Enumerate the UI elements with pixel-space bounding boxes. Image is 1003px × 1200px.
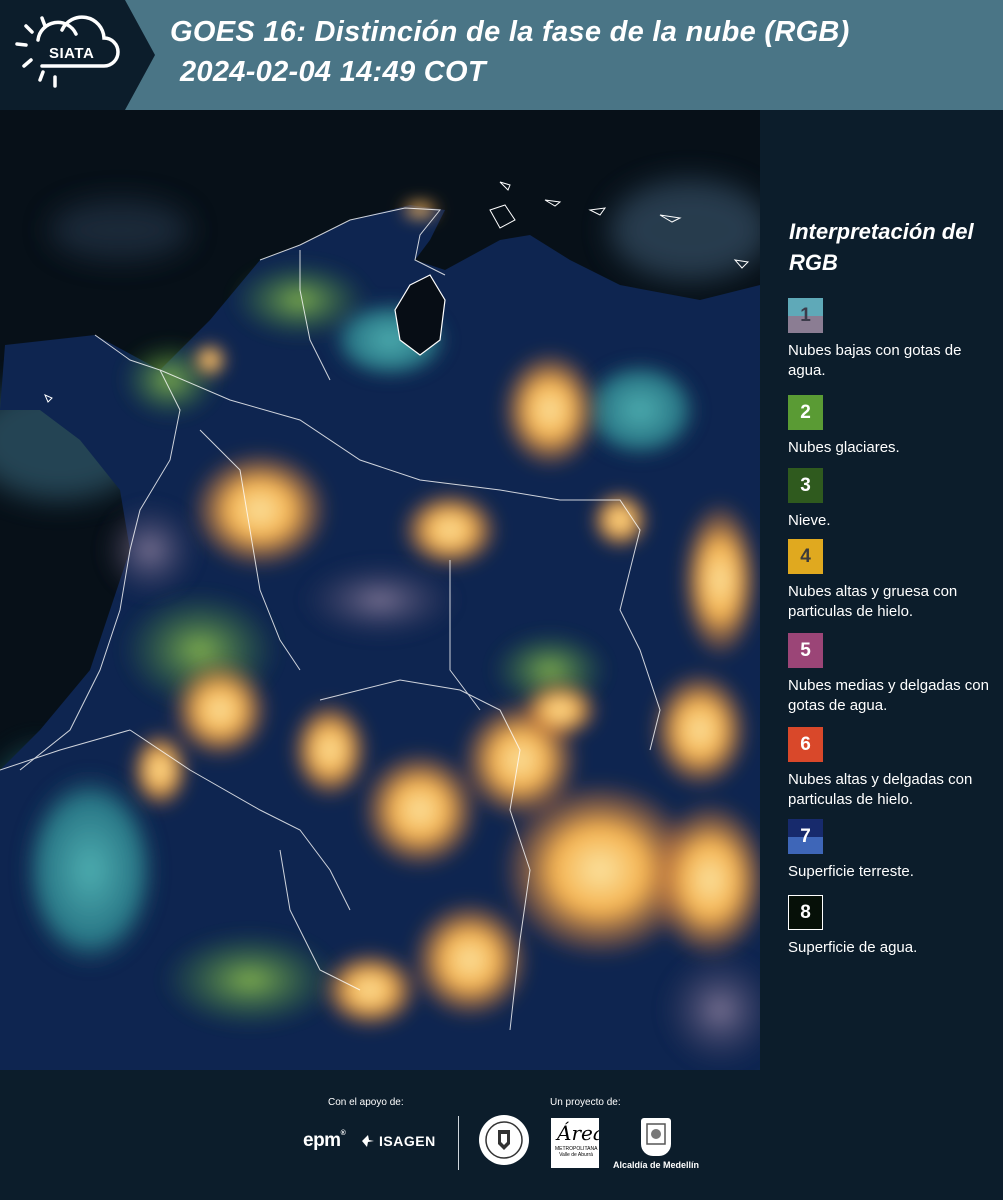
legend-label: Superficie de agua. [788, 939, 918, 956]
legend-item-3: 3 Nieve. [788, 468, 1003, 531]
legend-number: 3 [800, 474, 811, 496]
satellite-map[interactable] [0, 110, 760, 1070]
svg-text:Área: Área [555, 1121, 599, 1145]
satellite-image [0, 110, 760, 1070]
header-bar: SIATA GOES 16: Distinción de la fase de … [0, 0, 1003, 110]
isagen-mark-icon [362, 1135, 374, 1147]
legend-swatch-2: 2 [788, 395, 823, 430]
legend-label: Nieve. [788, 512, 831, 529]
legend-item-7: 7 Superficie terreste. [788, 819, 1003, 882]
legend-label: Nubes glaciares. [788, 439, 900, 456]
epm-text: epm [303, 1130, 341, 1151]
area-script-icon: Área [555, 1121, 605, 1145]
logo-text: SIATA [49, 45, 95, 62]
page-title: GOES 16: Distinción de la fase de la nub… [170, 16, 850, 48]
legend-label: Nubes bajas con gotas de agua. [788, 342, 962, 379]
epm-logo[interactable]: epm® [303, 1130, 346, 1152]
legend-number: 6 [800, 733, 811, 755]
legend-item-1: 1 Nubes bajas con gotas de agua. [788, 298, 1003, 381]
footer: Con el apoyo de: Un proyecto de: epm® IS… [0, 1070, 1003, 1200]
legend-item-4: 4 Nubes altas y gruesa con particulas de… [788, 539, 1003, 622]
legend-number: 5 [800, 639, 811, 661]
legend-item-6: 6 Nubes altas y delgadas con particulas … [788, 727, 1003, 810]
seal-logo[interactable] [478, 1114, 530, 1166]
registered-icon: ® [340, 1130, 346, 1137]
legend-number: 7 [800, 825, 811, 847]
isagen-text: ISAGEN [379, 1133, 436, 1149]
support-label: Con el apoyo de: [328, 1097, 404, 1108]
legend-number: 2 [800, 401, 811, 423]
project-label: Un proyecto de: [550, 1097, 621, 1108]
legend-swatch-7: 7 [788, 819, 823, 854]
legend-item-2: 2 Nubes glaciares. [788, 395, 1003, 458]
amva-text: METROPOLITANA Valle de Aburrá [555, 1146, 598, 1158]
siata-logo[interactable]: SIATA [0, 0, 155, 110]
legend-item-8: 8 Superficie de agua. [788, 895, 1003, 958]
legend-label: Nubes altas y gruesa con particulas de h… [788, 583, 958, 620]
legend-number: 8 [800, 901, 811, 923]
legend-label: Nubes medias y delgadas con gotas de agu… [788, 677, 989, 714]
medellin-shield-icon[interactable] [641, 1118, 671, 1156]
isagen-logo[interactable]: ISAGEN [360, 1133, 436, 1149]
medellin-text: Alcaldía de Medellín [613, 1160, 700, 1170]
legend-panel: Interpretación del RGB 1 Nubes bajas con… [760, 110, 1003, 1070]
legend-swatch-1: 1 [788, 298, 823, 333]
legend-number: 4 [800, 545, 811, 567]
legend-swatch-6: 6 [788, 727, 823, 762]
legend-item-5: 5 Nubes medias y delgadas con gotas de a… [788, 633, 1003, 716]
page-timestamp: 2024-02-04 14:49 COT [180, 56, 486, 88]
shield-icon [646, 1123, 666, 1145]
footer-divider [458, 1116, 459, 1170]
legend-swatch-3: 3 [788, 468, 823, 503]
legend-swatch-5: 5 [788, 633, 823, 668]
area-metropolitana-logo[interactable]: Área METROPOLITANA Valle de Aburrá [551, 1118, 605, 1168]
legend-swatch-8: 8 [788, 895, 823, 930]
legend-number: 1 [800, 304, 811, 326]
legend-label: Superficie terreste. [788, 863, 914, 880]
legend-label: Nubes altas y delgadas con particulas de… [788, 771, 973, 808]
legend-swatch-4: 4 [788, 539, 823, 574]
legend-title: Interpretación del RGB [789, 219, 974, 275]
